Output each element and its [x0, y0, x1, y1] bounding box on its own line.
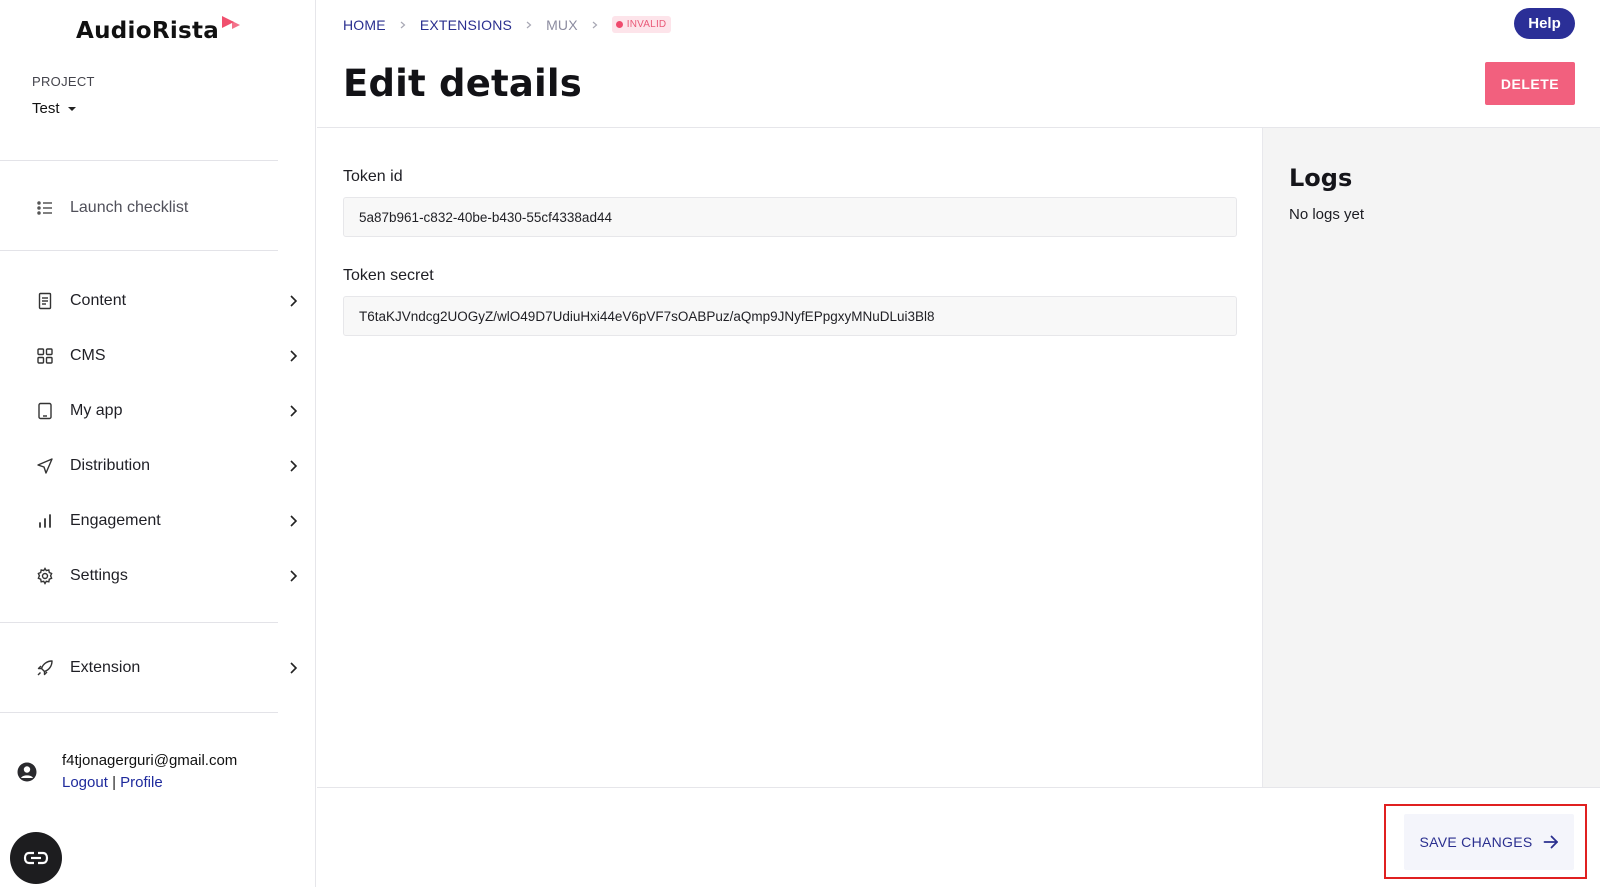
bar-chart-icon — [39, 514, 51, 528]
project-selected-value: Test — [32, 100, 60, 117]
sidebar: AudioRista PROJECT Test Launch checklist… — [0, 0, 316, 887]
chevron-right-icon — [290, 460, 298, 472]
delete-button[interactable]: DELETE — [1485, 62, 1575, 105]
logs-empty-text: No logs yet — [1289, 206, 1365, 223]
sidebar-divider — [0, 160, 278, 161]
token-id-input[interactable] — [343, 197, 1237, 237]
sidebar-item-label: My app — [70, 402, 123, 419]
token-secret-input[interactable] — [343, 296, 1237, 336]
sidebar-item-label: Settings — [70, 567, 128, 584]
breadcrumb: HOME EXTENSIONS MUX INVALID — [343, 16, 672, 33]
sidebar-item-launch-checklist[interactable]: Launch checklist — [0, 186, 316, 230]
logs-panel: Logs No logs yet — [1262, 128, 1600, 787]
chevron-right-icon — [592, 21, 598, 28]
send-icon — [37, 458, 53, 474]
chevron-right-icon — [290, 662, 298, 674]
project-selector[interactable]: Test — [32, 100, 76, 117]
sidebar-item-settings[interactable]: Settings — [0, 554, 316, 598]
sidebar-item-distribution[interactable]: Distribution — [0, 444, 316, 488]
user-email: f4tjonagerguri@gmail.com — [62, 752, 238, 769]
sidebar-item-extension[interactable]: Extension — [0, 646, 316, 690]
checklist-icon — [37, 201, 52, 215]
status-text: INVALID — [626, 19, 667, 30]
chevron-right-icon — [290, 515, 298, 527]
breadcrumb-mux: MUX — [546, 16, 578, 33]
support-chat-button[interactable] — [10, 832, 62, 884]
profile-link[interactable]: Profile — [120, 774, 163, 791]
status-badge: INVALID — [611, 16, 672, 33]
sidebar-item-cms[interactable]: CMS — [0, 334, 316, 378]
chevron-right-icon — [526, 21, 532, 28]
project-label: PROJECT — [32, 74, 95, 89]
chevron-right-icon — [290, 570, 298, 582]
sidebar-item-label: Engagement — [70, 512, 161, 529]
footer-divider — [317, 787, 1600, 788]
chevron-right-icon — [290, 405, 298, 417]
sidebar-item-label: Extension — [70, 659, 141, 676]
breadcrumb-extensions[interactable]: EXTENSIONS — [420, 17, 512, 33]
document-icon — [38, 292, 52, 310]
sidebar-item-label: Distribution — [70, 457, 151, 474]
sidebar-divider — [0, 622, 278, 623]
user-block: f4tjonagerguri@gmail.com Logout | Profil… — [0, 730, 316, 810]
grid-icon — [37, 348, 53, 364]
logs-title: Logs — [1289, 164, 1353, 192]
play-logo-icon — [222, 16, 240, 29]
token-id-label: Token id — [343, 168, 403, 185]
chevron-right-icon — [400, 21, 406, 28]
link-separator: | — [112, 774, 116, 791]
breadcrumb-home[interactable]: HOME — [343, 17, 386, 33]
sidebar-divider — [0, 250, 278, 251]
sidebar-item-engagement[interactable]: Engagement — [0, 499, 316, 543]
sidebar-item-label: Launch checklist — [70, 199, 189, 216]
sidebar-item-label: CMS — [70, 347, 106, 364]
gear-icon — [37, 567, 53, 585]
sidebar-item-label: Content — [70, 292, 127, 309]
tablet-icon — [38, 402, 52, 420]
caret-down-icon — [67, 107, 76, 111]
help-button[interactable]: Help — [1514, 8, 1575, 39]
arrow-right-icon — [1543, 835, 1558, 849]
sidebar-item-content[interactable]: Content — [0, 279, 316, 323]
chevron-right-icon — [290, 350, 298, 362]
status-dot-icon — [615, 21, 623, 28]
token-secret-label: Token secret — [343, 267, 434, 284]
sidebar-item-my-app[interactable]: My app — [0, 389, 316, 433]
brand-logo[interactable]: AudioRista — [76, 18, 219, 44]
page-title: Edit details — [343, 62, 583, 105]
logout-link[interactable]: Logout — [62, 774, 108, 791]
rocket-icon — [37, 660, 53, 676]
sidebar-divider — [0, 712, 278, 713]
user-avatar-icon — [17, 762, 37, 782]
chevron-right-icon — [290, 295, 298, 307]
save-changes-label: SAVE CHANGES — [1419, 834, 1533, 850]
chat-logo-icon — [23, 851, 49, 865]
save-changes-button[interactable]: SAVE CHANGES — [1404, 814, 1574, 870]
user-links: Logout | Profile — [62, 774, 163, 791]
